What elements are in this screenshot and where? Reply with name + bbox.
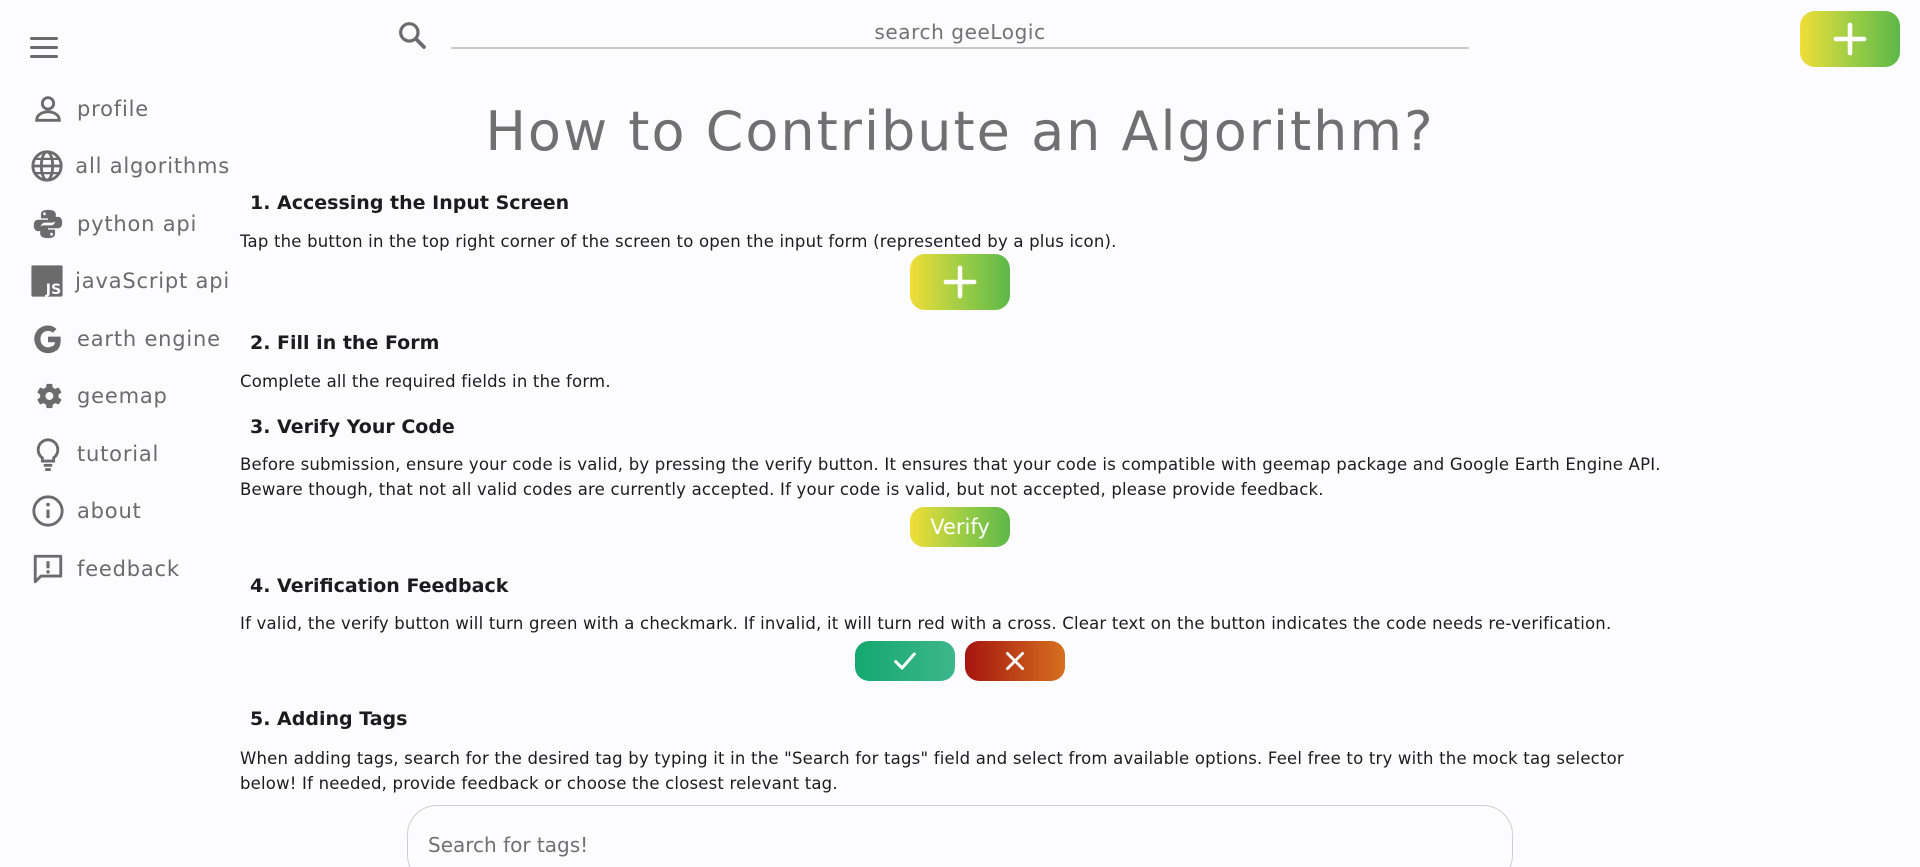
page-title: How to Contribute an Algorithm? xyxy=(485,100,1435,163)
plus-icon xyxy=(1833,22,1867,56)
gear-icon xyxy=(30,378,66,414)
sidebar-item-label: profile xyxy=(77,96,149,121)
section-text: If valid, the verify button will turn gr… xyxy=(240,614,1612,633)
sidebar-item-label: python api xyxy=(77,211,198,236)
section-heading: 2. Fill in the Form xyxy=(250,332,440,354)
section-text: When adding tags, search for the desired… xyxy=(240,749,1624,793)
sidebar-item-label: geemap xyxy=(77,384,168,409)
person-icon xyxy=(30,91,66,127)
sidebar-item-all-algorithms[interactable]: all algorithms xyxy=(30,138,230,196)
sidebar-item-label: tutorial xyxy=(77,441,160,466)
sidebar-item-about[interactable]: about xyxy=(30,483,230,541)
sidebar: profile all algorithms python api JS jav… xyxy=(30,80,230,598)
section-heading: 5. Adding Tags xyxy=(250,708,408,730)
tag-search-input[interactable] xyxy=(407,805,1513,867)
sidebar-item-profile[interactable]: profile xyxy=(30,80,230,138)
verify-button[interactable]: Verify xyxy=(910,507,1010,547)
verify-error-button[interactable] xyxy=(965,641,1065,681)
info-icon xyxy=(30,493,66,529)
close-icon xyxy=(1006,652,1024,670)
sidebar-item-javascript-api[interactable]: JS javaScript api xyxy=(30,253,230,311)
sidebar-item-label: earth engine xyxy=(77,326,221,351)
section-heading: 3. Verify Your Code xyxy=(250,416,455,438)
globe-icon xyxy=(30,148,64,184)
section-text: Before submission, ensure your code is v… xyxy=(240,455,1661,499)
section-heading: 1. Accessing the Input Screen xyxy=(250,192,570,214)
add-algorithm-button[interactable] xyxy=(1800,11,1900,67)
menu-icon[interactable] xyxy=(30,32,68,62)
sidebar-item-python-api[interactable]: python api xyxy=(30,195,230,253)
section-text: Complete all the required fields in the … xyxy=(240,372,611,391)
sidebar-item-tutorial[interactable]: tutorial xyxy=(30,425,230,483)
sidebar-item-label: javaScript api xyxy=(75,269,230,294)
sidebar-item-label: about xyxy=(77,499,142,524)
section-text: Tap the button in the top right corner o… xyxy=(240,232,1117,251)
feedback-icon xyxy=(30,551,66,587)
google-icon xyxy=(30,321,66,357)
search-icon[interactable] xyxy=(396,19,428,51)
svg-text:JS: JS xyxy=(45,282,61,298)
search-input[interactable] xyxy=(451,17,1469,49)
demo-add-button[interactable] xyxy=(910,254,1010,310)
sidebar-item-earth-engine[interactable]: earth engine xyxy=(30,310,230,368)
section-heading: 4. Verification Feedback xyxy=(250,575,509,597)
sidebar-item-feedback[interactable]: feedback xyxy=(30,540,230,598)
verify-success-button[interactable] xyxy=(855,641,955,681)
python-icon xyxy=(30,206,66,242)
sidebar-item-label: feedback xyxy=(77,556,180,581)
sidebar-item-geemap[interactable]: geemap xyxy=(30,368,230,426)
plus-icon xyxy=(943,265,977,299)
javascript-icon: JS xyxy=(30,263,64,299)
sidebar-item-label: all algorithms xyxy=(75,154,230,179)
checkmark-icon xyxy=(894,652,916,670)
lightbulb-icon xyxy=(30,436,66,472)
